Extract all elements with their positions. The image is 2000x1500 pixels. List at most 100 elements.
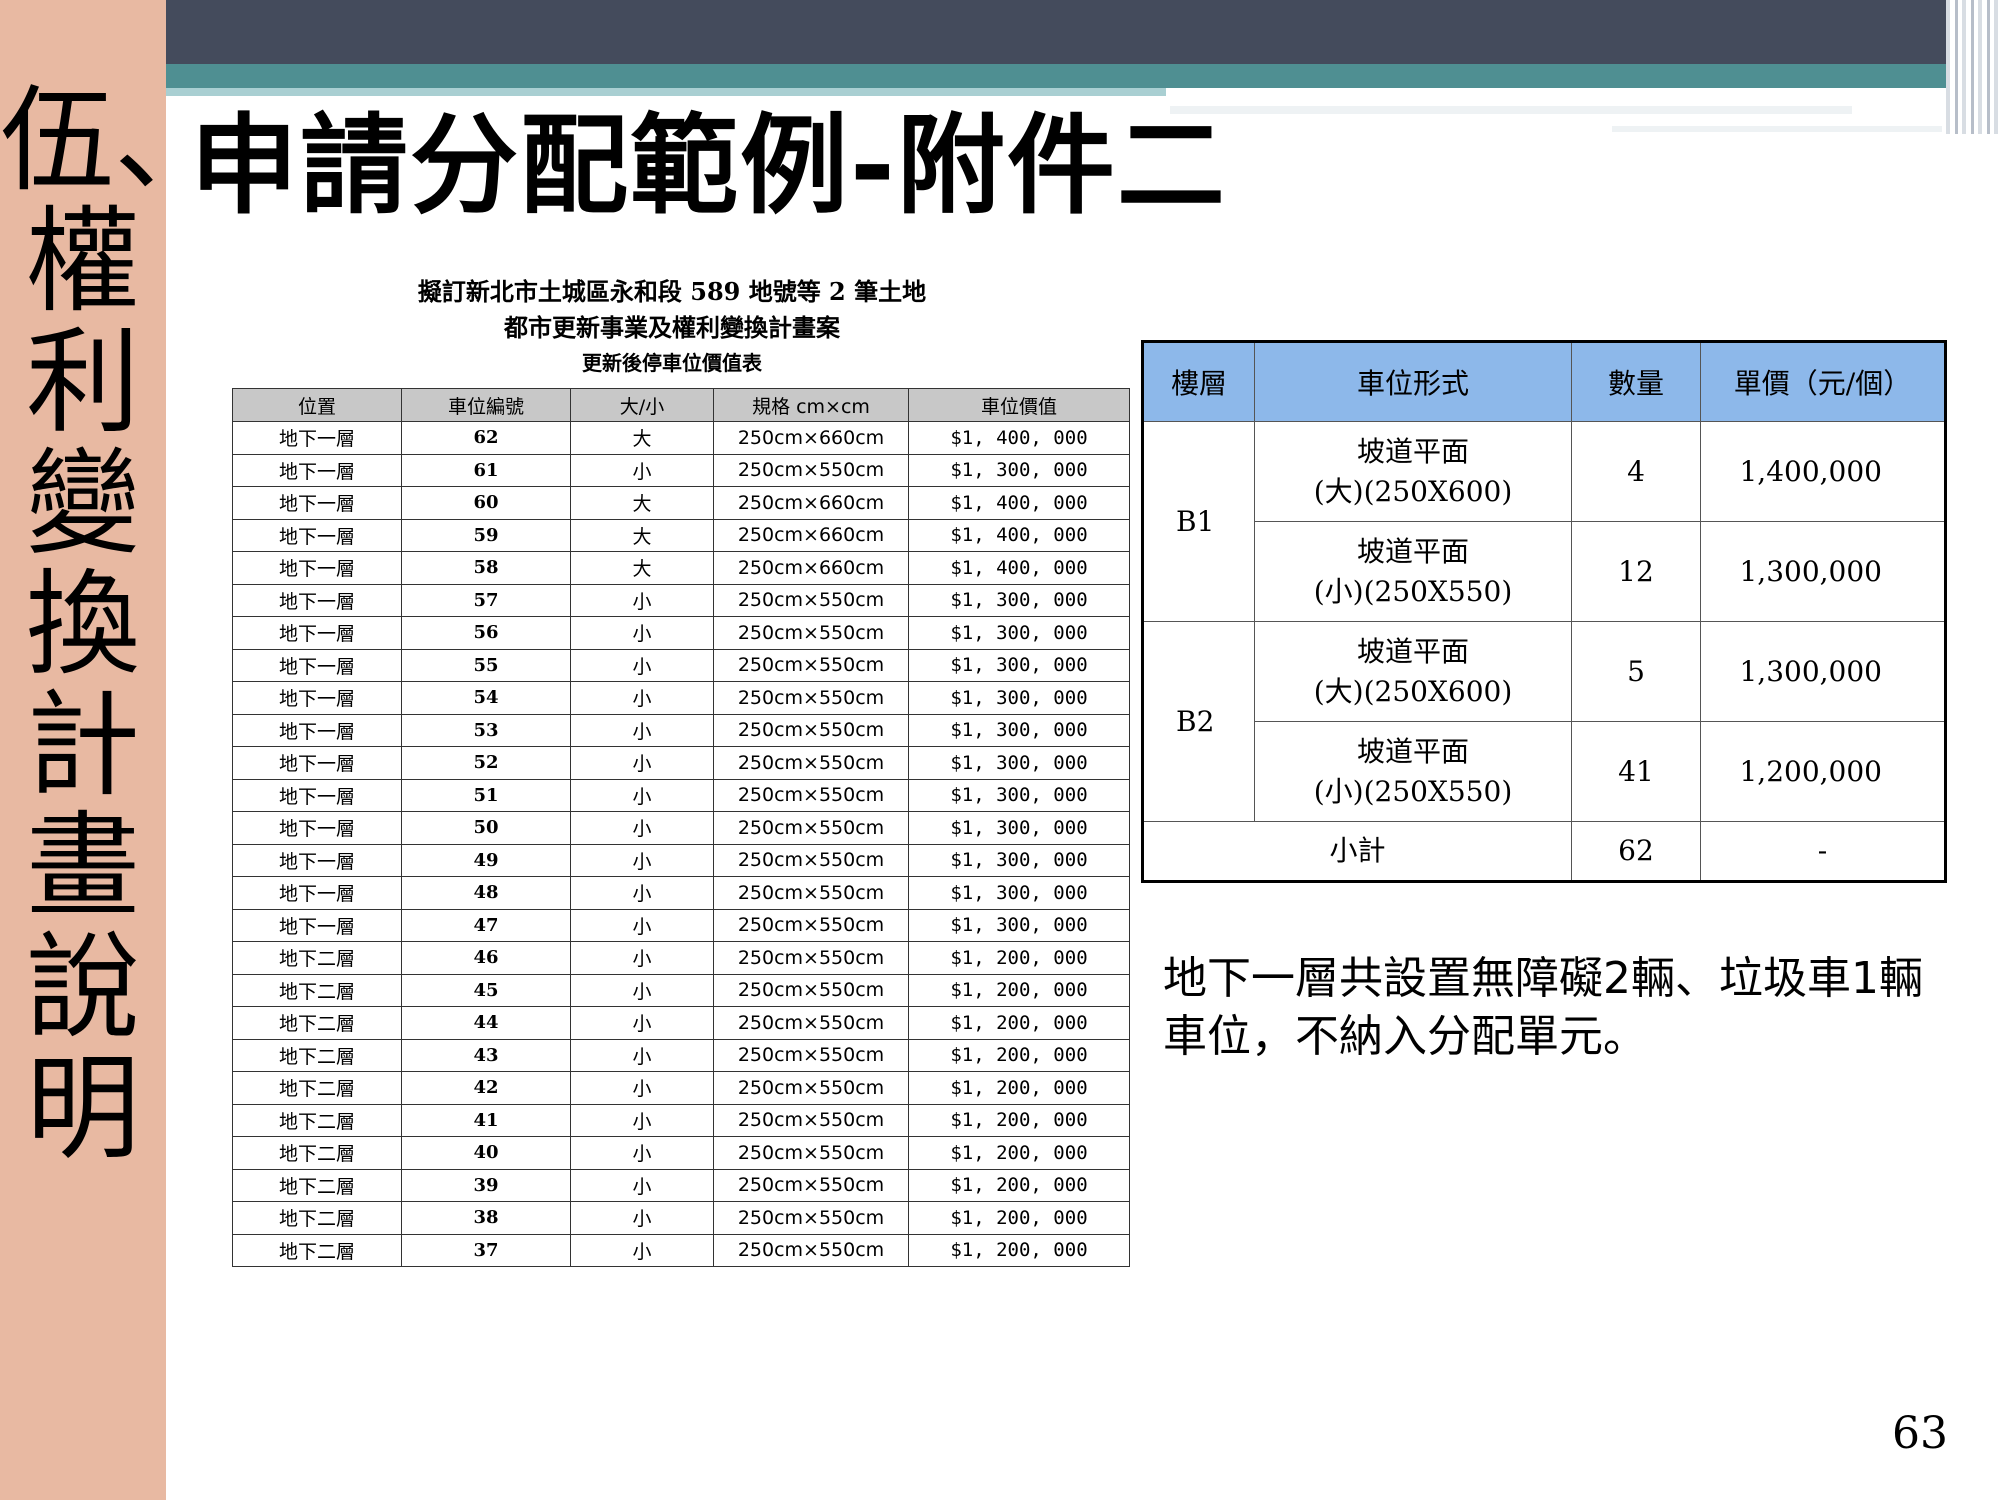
- value-cell: $1, 300, 000: [908, 876, 1130, 910]
- quantity: 5: [1571, 621, 1701, 722]
- summary-table: 樓層 車位形式 數量 單價（元/個） B1 坡道平面 (大)(250X600) …: [1141, 340, 1947, 883]
- location-cell: 地下一層: [232, 681, 402, 715]
- header-accent-line: [166, 88, 1166, 96]
- space-number-cell: 51: [401, 778, 571, 812]
- size-cell: 小: [570, 1136, 714, 1170]
- spec-cell: 250cm×660cm: [713, 486, 909, 520]
- location-cell: 地下二層: [232, 941, 402, 975]
- space-number-cell: 47: [401, 908, 571, 942]
- location-cell: 地下一層: [232, 843, 402, 877]
- document-title-line1: 擬訂新北市土城區永和段 589 地號等 2 筆土地: [417, 277, 927, 306]
- quantity: 4: [1571, 421, 1701, 522]
- size-cell: 小: [570, 746, 714, 780]
- value-cell: $1, 400, 000: [908, 551, 1130, 585]
- location-cell: 地下二層: [232, 1201, 402, 1235]
- space-number-cell: 61: [401, 453, 571, 487]
- spec-cell: 250cm×550cm: [713, 778, 909, 812]
- spec-cell: 250cm×550cm: [713, 876, 909, 910]
- location-cell: 地下二層: [232, 1168, 402, 1202]
- spec-cell: 250cm×550cm: [713, 941, 909, 975]
- table-row: 地下一層 49 小 250cm×550cm $1, 300, 000: [232, 843, 1130, 877]
- space-number-cell: 49: [401, 843, 571, 877]
- column-header: 數量: [1571, 341, 1701, 422]
- spec-cell: 250cm×550cm: [713, 713, 909, 747]
- spec-cell: 250cm×550cm: [713, 843, 909, 877]
- location-cell: 地下一層: [232, 583, 402, 617]
- table-row: 地下一層 59 大 250cm×660cm $1, 400, 000: [232, 518, 1130, 552]
- location-cell: 地下二層: [232, 1103, 402, 1137]
- value-cell: $1, 300, 000: [908, 778, 1130, 812]
- spec-cell: 250cm×550cm: [713, 973, 909, 1007]
- side-band: 伍、權利變換計畫說明: [0, 0, 229, 1500]
- size-cell: 小: [570, 1103, 714, 1137]
- value-cell: $1, 200, 000: [908, 1038, 1130, 1072]
- table-row: 地下二層 37 小 250cm×550cm $1, 200, 000: [232, 1233, 1130, 1267]
- size-cell: 小: [570, 876, 714, 910]
- unit-price: 1,300,000: [1700, 621, 1946, 722]
- space-number-cell: 44: [401, 1006, 571, 1040]
- column-header: 大/小: [570, 388, 714, 422]
- table-row: 地下一層 55 小 250cm×550cm $1, 300, 000: [232, 648, 1130, 682]
- location-cell: 地下一層: [232, 908, 402, 942]
- size-cell: 大: [570, 518, 714, 552]
- location-cell: 地下二層: [232, 1038, 402, 1072]
- column-header: 單價（元/個）: [1700, 341, 1946, 422]
- space-number-cell: 39: [401, 1168, 571, 1202]
- table-row: 地下一層 48 小 250cm×550cm $1, 300, 000: [232, 876, 1130, 910]
- location-cell: 地下一層: [232, 518, 402, 552]
- space-number-cell: 58: [401, 551, 571, 585]
- spec-cell: 250cm×660cm: [713, 421, 909, 455]
- size-cell: 小: [570, 941, 714, 975]
- size-cell: 小: [570, 1168, 714, 1202]
- space-number-cell: 53: [401, 713, 571, 747]
- summary-row: B2 坡道平面 (大)(250X600) 5 1,300,000: [1142, 621, 1946, 822]
- size-cell: 大: [570, 551, 714, 585]
- table-header-row: 位置 車位編號 大/小 規格 cm×cm 車位價值: [232, 388, 1130, 422]
- location-cell: 地下一層: [232, 778, 402, 812]
- size-cell: 小: [570, 616, 714, 650]
- value-cell: $1, 200, 000: [908, 1136, 1130, 1170]
- size-cell: 小: [570, 1038, 714, 1072]
- column-header: 車位形式: [1254, 341, 1572, 422]
- header-bar: [166, 0, 1946, 64]
- size-cell: 小: [570, 1233, 714, 1267]
- value-cell: $1, 200, 000: [908, 973, 1130, 1007]
- value-cell: $1, 400, 000: [908, 518, 1130, 552]
- value-cell: $1, 300, 000: [908, 583, 1130, 617]
- subtotal-price: -: [1700, 821, 1946, 882]
- table-row: 地下一層 47 小 250cm×550cm $1, 300, 000: [232, 908, 1130, 942]
- section-title-vertical: 伍、權利變換計畫說明: [0, 74, 229, 1175]
- space-number-cell: 46: [401, 941, 571, 975]
- table-row: 地下一層 58 大 250cm×660cm $1, 400, 000: [232, 551, 1130, 585]
- spec-cell: 250cm×550cm: [713, 811, 909, 845]
- space-number-cell: 45: [401, 973, 571, 1007]
- value-cell: $1, 200, 000: [908, 1233, 1130, 1267]
- table-row: 地下二層 42 小 250cm×550cm $1, 200, 000: [232, 1071, 1130, 1105]
- table-row: 地下一層 56 小 250cm×550cm $1, 300, 000: [232, 616, 1130, 650]
- value-cell: $1, 300, 000: [908, 648, 1130, 682]
- space-number-cell: 54: [401, 681, 571, 715]
- space-number-cell: 62: [401, 421, 571, 455]
- parking-type: 坡道平面 (小)(250X550): [1254, 721, 1572, 822]
- quantity: 41: [1571, 721, 1701, 822]
- value-cell: $1, 200, 000: [908, 1071, 1130, 1105]
- value-cell: $1, 300, 000: [908, 908, 1130, 942]
- value-cell: $1, 300, 000: [908, 713, 1130, 747]
- spec-cell: 250cm×550cm: [713, 1168, 909, 1202]
- page-title: 申請分配範例-附件二: [190, 104, 1227, 229]
- location-cell: 地下一層: [232, 746, 402, 780]
- table-row: 地下一層 50 小 250cm×550cm $1, 300, 000: [232, 811, 1130, 845]
- floor-label: B2: [1142, 621, 1255, 822]
- spec-cell: 250cm×550cm: [713, 1103, 909, 1137]
- header-decor-line: [1170, 106, 1852, 114]
- size-cell: 大: [570, 421, 714, 455]
- spec-cell: 250cm×550cm: [713, 583, 909, 617]
- space-number-cell: 43: [401, 1038, 571, 1072]
- table-row: 地下一層 61 小 250cm×550cm $1, 300, 000: [232, 453, 1130, 487]
- value-cell: $1, 400, 000: [908, 486, 1130, 520]
- spec-cell: 250cm×550cm: [713, 616, 909, 650]
- space-number-cell: 59: [401, 518, 571, 552]
- location-cell: 地下一層: [232, 713, 402, 747]
- spec-cell: 250cm×660cm: [713, 551, 909, 585]
- space-number-cell: 60: [401, 486, 571, 520]
